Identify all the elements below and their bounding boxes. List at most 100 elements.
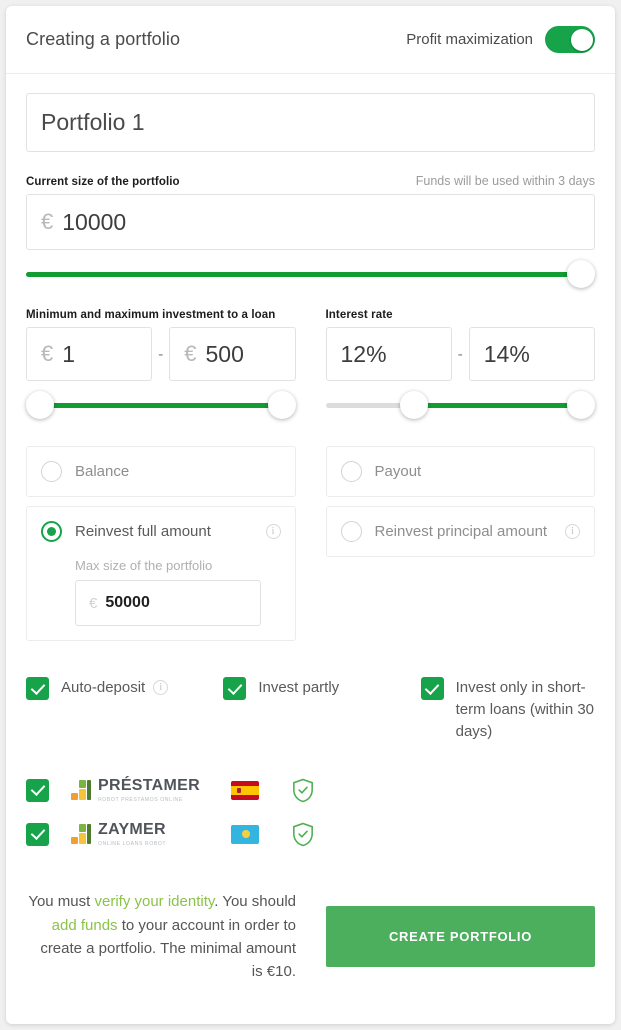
strategy-column-left: Balance Reinvest full amount i Max size … bbox=[26, 446, 296, 650]
investment-range-slider[interactable] bbox=[26, 390, 296, 420]
brand-mark-icon bbox=[71, 780, 91, 801]
investment-max-input[interactable]: € 500 bbox=[169, 327, 296, 381]
slider-fill bbox=[414, 403, 581, 408]
investment-max-value: 500 bbox=[205, 340, 244, 367]
card-footer: You must verify your identity. You shoul… bbox=[26, 890, 595, 993]
option-payout[interactable]: Payout bbox=[325, 446, 595, 497]
option-balance[interactable]: Balance bbox=[26, 446, 296, 497]
interest-rate-label: Interest rate bbox=[325, 309, 393, 321]
portfolio-size-input[interactable]: € 10000 bbox=[26, 194, 595, 250]
card-body: Portfolio 1 Current size of the portfoli… bbox=[6, 93, 615, 993]
investment-range-label: Minimum and maximum investment to a loan bbox=[26, 309, 276, 321]
portfolio-size-value: 10000 bbox=[62, 208, 127, 235]
create-portfolio-button[interactable]: CREATE PORTFOLIO bbox=[326, 906, 595, 968]
page-title: Creating a portfolio bbox=[26, 29, 181, 49]
info-icon[interactable]: i bbox=[265, 524, 281, 539]
portfolio-name-value: Portfolio 1 bbox=[41, 109, 145, 135]
verify-identity-link[interactable]: verify your identity bbox=[94, 893, 214, 910]
profit-maximization-toggle[interactable] bbox=[545, 26, 595, 53]
option-balance-label: Balance bbox=[75, 463, 130, 480]
lender-name: ZAYMER bbox=[98, 820, 166, 838]
strategy-options: Balance Reinvest full amount i Max size … bbox=[26, 446, 595, 650]
verified-shield-icon bbox=[292, 778, 314, 803]
ranges-row: Minimum and maximum investment to a loan… bbox=[26, 309, 595, 420]
euro-icon: € bbox=[41, 209, 54, 234]
interest-min-input[interactable]: 12% bbox=[325, 327, 452, 381]
euro-icon: € bbox=[41, 341, 54, 366]
profit-maximization-label: Profit maximization bbox=[406, 31, 533, 48]
investment-min-input[interactable]: € 1 bbox=[26, 327, 153, 381]
investment-range-inputs: € 1 - € 500 bbox=[26, 327, 296, 381]
lender-logo: PRÉSTAMER ROBOT PRÉSTAMOS ONLINE bbox=[71, 776, 200, 803]
portfolio-size-slider[interactable] bbox=[26, 259, 595, 289]
slider-fill bbox=[26, 272, 581, 277]
range-separator: - bbox=[158, 345, 164, 363]
verified-shield-icon bbox=[292, 822, 314, 847]
portfolio-size-label-row: Current size of the portfolio Funds will… bbox=[26, 174, 595, 188]
checkbox-icon[interactable] bbox=[26, 822, 49, 846]
lender-name: PRÉSTAMER bbox=[98, 776, 200, 794]
range-separator: - bbox=[457, 345, 463, 363]
flag-icon-kazakhstan bbox=[231, 824, 259, 844]
settings-checkboxes: Auto-deposit i Invest partly Invest only… bbox=[26, 677, 595, 742]
checkbox-icon[interactable] bbox=[223, 677, 247, 700]
option-reinvest-principal[interactable]: Reinvest principal amount i bbox=[325, 506, 595, 557]
info-icon[interactable]: i bbox=[565, 524, 580, 539]
brand-mark-icon bbox=[71, 824, 91, 845]
footer-text-1: You must bbox=[28, 893, 95, 911]
footer-message: You must verify your identity. You shoul… bbox=[26, 890, 296, 983]
slider-handle-min[interactable] bbox=[400, 391, 429, 419]
flag-icon-spain bbox=[231, 780, 259, 800]
portfolio-size-label: Current size of the portfolio bbox=[26, 176, 180, 188]
interest-min-value: 12% bbox=[340, 340, 387, 367]
checkbox-icon[interactable] bbox=[420, 677, 444, 700]
euro-icon: € bbox=[184, 341, 197, 366]
lender-list: PRÉSTAMER ROBOT PRÉSTAMOS ONLINE ZAYMER … bbox=[26, 768, 595, 856]
euro-icon: € bbox=[89, 594, 98, 612]
slider-handle-max[interactable] bbox=[567, 391, 595, 419]
option-reinvest-full-label: Reinvest full amount bbox=[75, 523, 211, 540]
interest-rate-group: Interest rate 12% - 14% bbox=[325, 309, 595, 420]
checkbox-short-term-only[interactable]: Invest only in short-term loans (within … bbox=[420, 677, 595, 742]
radio-reinvest-full[interactable] bbox=[41, 521, 62, 542]
checkbox-invest-partly-label: Invest partly bbox=[258, 679, 340, 696]
slider-handle-min[interactable] bbox=[26, 391, 54, 419]
info-icon[interactable]: i bbox=[153, 680, 169, 696]
header-actions: Profit maximization bbox=[406, 26, 595, 53]
checkbox-icon[interactable] bbox=[26, 677, 49, 700]
max-size-input[interactable]: € 50000 bbox=[75, 580, 261, 626]
interest-max-value: 14% bbox=[483, 340, 530, 367]
toggle-knob bbox=[570, 28, 593, 51]
option-payout-label: Payout bbox=[374, 463, 422, 480]
checkbox-auto-deposit-label: Auto-deposit bbox=[61, 679, 146, 696]
max-size-value: 50000 bbox=[105, 594, 150, 611]
slider-handle-max[interactable] bbox=[267, 391, 296, 419]
lender-row[interactable]: ZAYMER ONLINE LOANS ROBOT bbox=[26, 812, 595, 856]
option-reinvest-principal-label: Reinvest principal amount bbox=[374, 523, 548, 540]
create-portfolio-card: Creating a portfolio Profit maximization… bbox=[6, 6, 615, 1024]
lender-tagline: ROBOT PRÉSTAMOS ONLINE bbox=[98, 796, 183, 803]
interest-max-input[interactable]: 14% bbox=[468, 327, 595, 381]
slider-handle-max[interactable] bbox=[567, 260, 595, 288]
checkbox-icon[interactable] bbox=[26, 778, 49, 802]
slider-fill bbox=[40, 403, 282, 408]
lender-row[interactable]: PRÉSTAMER ROBOT PRÉSTAMOS ONLINE bbox=[26, 768, 595, 812]
footer-text-2: . You should bbox=[214, 893, 296, 911]
option-reinvest-full[interactable]: Reinvest full amount i Max size of the p… bbox=[26, 506, 296, 641]
portfolio-name-input[interactable]: Portfolio 1 bbox=[26, 93, 595, 152]
add-funds-link[interactable]: add funds bbox=[52, 917, 118, 934]
checkbox-invest-partly[interactable]: Invest partly bbox=[223, 677, 420, 742]
radio-reinvest-principal[interactable] bbox=[340, 521, 362, 542]
checkbox-auto-deposit[interactable]: Auto-deposit i bbox=[26, 677, 223, 742]
radio-payout[interactable] bbox=[340, 461, 362, 482]
lender-logo: ZAYMER ONLINE LOANS ROBOT bbox=[71, 820, 199, 847]
investment-min-value: 1 bbox=[62, 340, 76, 367]
radio-balance[interactable] bbox=[41, 461, 62, 482]
funds-usage-note: Funds will be used within 3 days bbox=[415, 174, 595, 188]
interest-rate-inputs: 12% - 14% bbox=[325, 327, 595, 381]
lender-tagline: ONLINE LOANS ROBOT bbox=[98, 840, 167, 847]
strategy-column-right: Payout Reinvest principal amount i bbox=[325, 446, 595, 566]
investment-range-group: Minimum and maximum investment to a loan… bbox=[26, 309, 296, 420]
max-size-label: Max size of the portfolio bbox=[75, 558, 213, 573]
interest-rate-slider[interactable] bbox=[325, 390, 595, 420]
